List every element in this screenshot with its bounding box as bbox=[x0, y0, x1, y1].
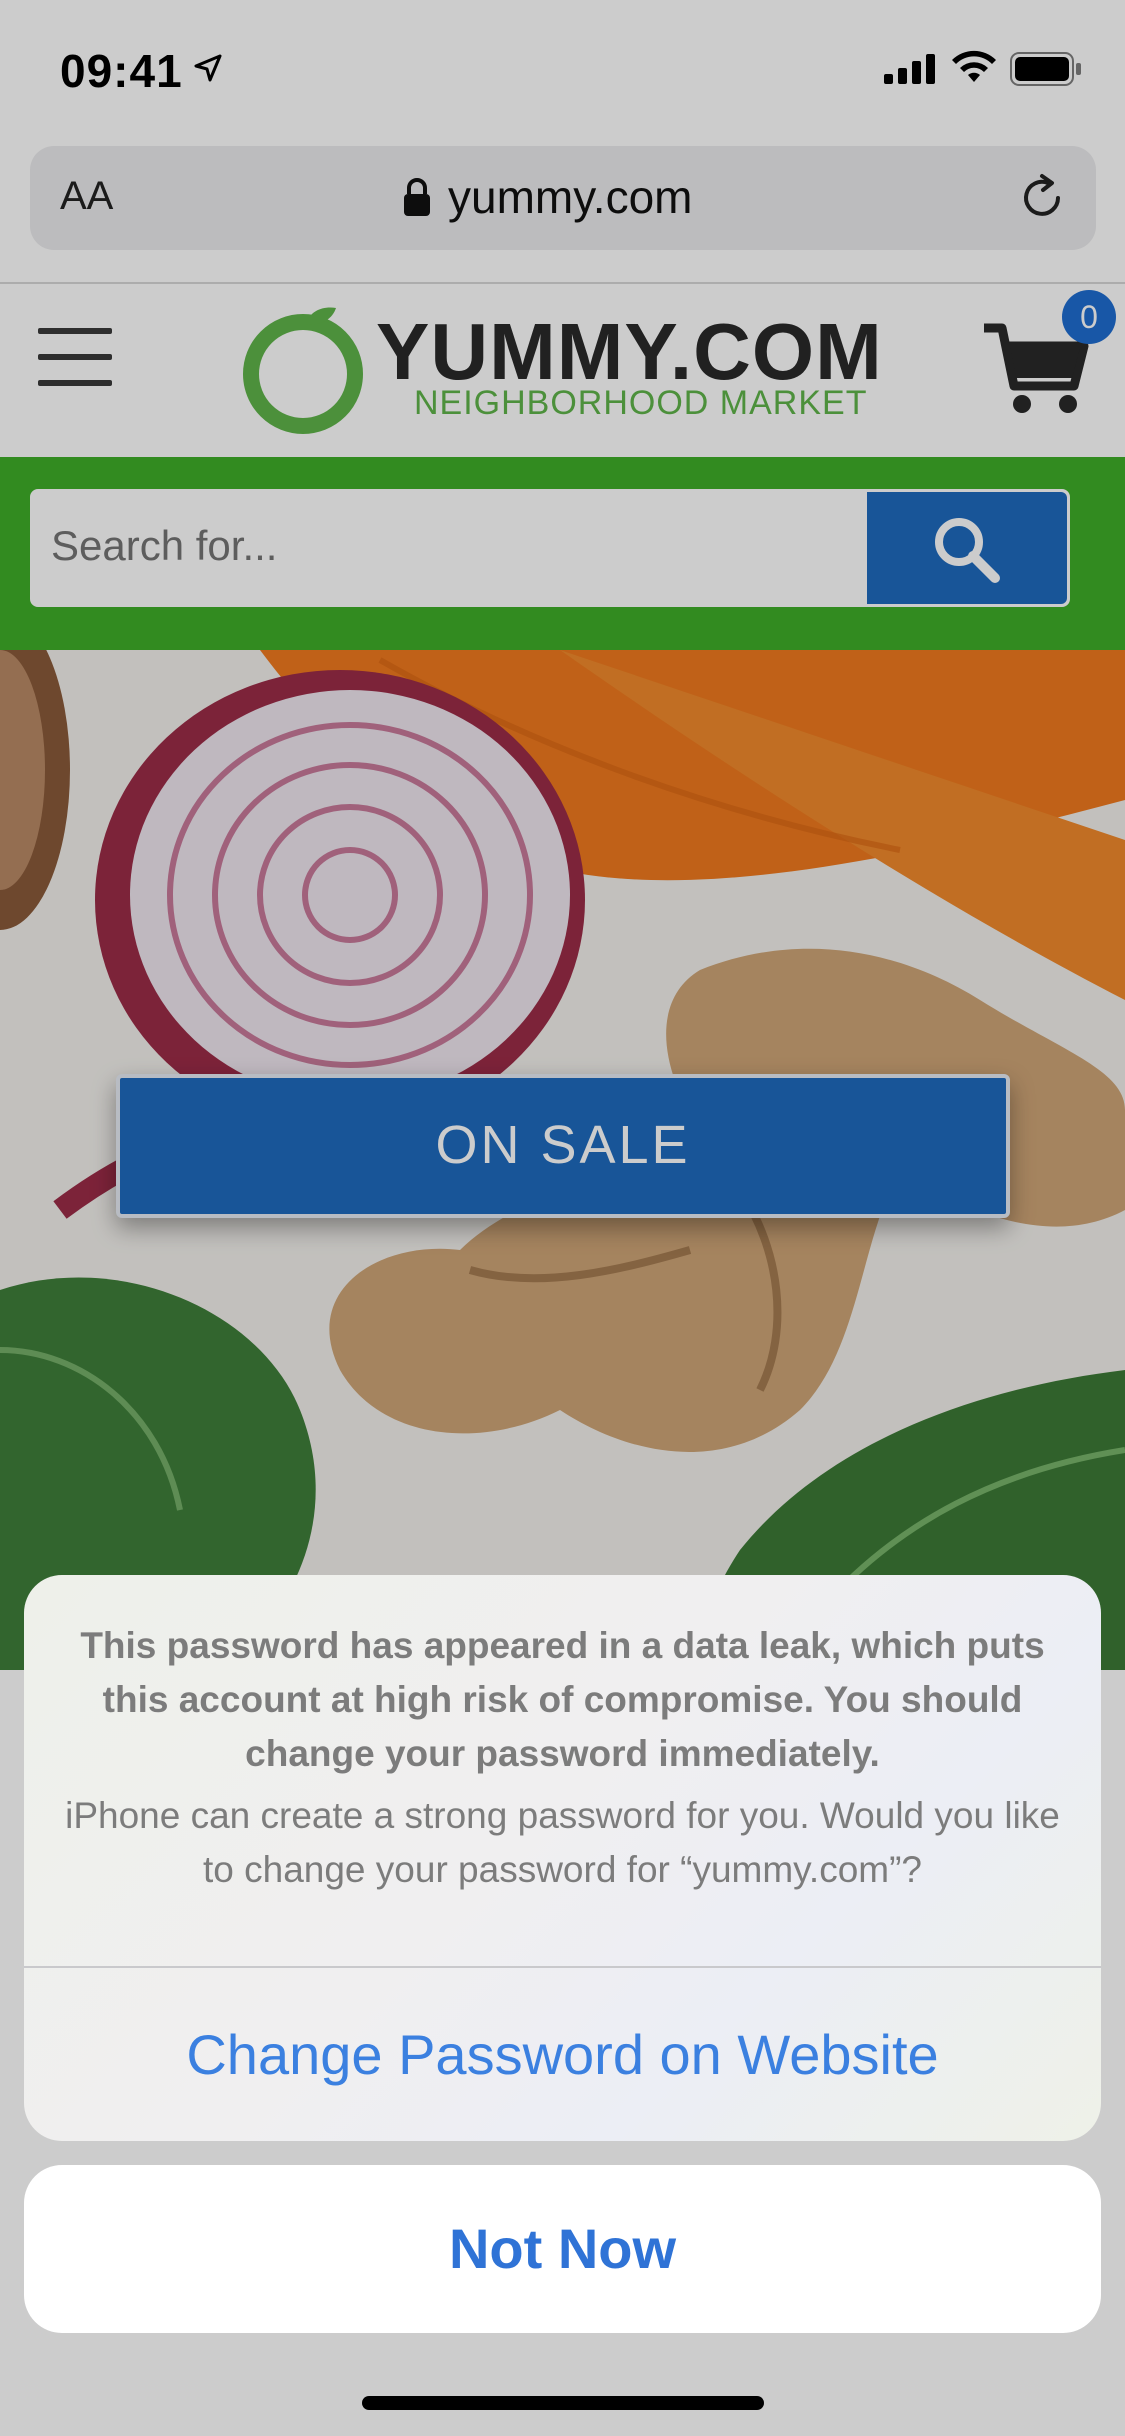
password-alert-sheet: This password has appeared in a data lea… bbox=[24, 1575, 1101, 2141]
not-now-button[interactable]: Not Now bbox=[24, 2165, 1101, 2333]
sheet-message: This password has appeared in a data lea… bbox=[64, 1619, 1061, 1897]
home-indicator[interactable] bbox=[362, 2396, 764, 2410]
sheet-suggestion-text: iPhone can create a strong password for … bbox=[65, 1795, 1060, 1890]
change-password-button[interactable]: Change Password on Website bbox=[24, 1968, 1101, 2141]
sheet-warning-text: This password has appeared in a data lea… bbox=[80, 1625, 1045, 1774]
